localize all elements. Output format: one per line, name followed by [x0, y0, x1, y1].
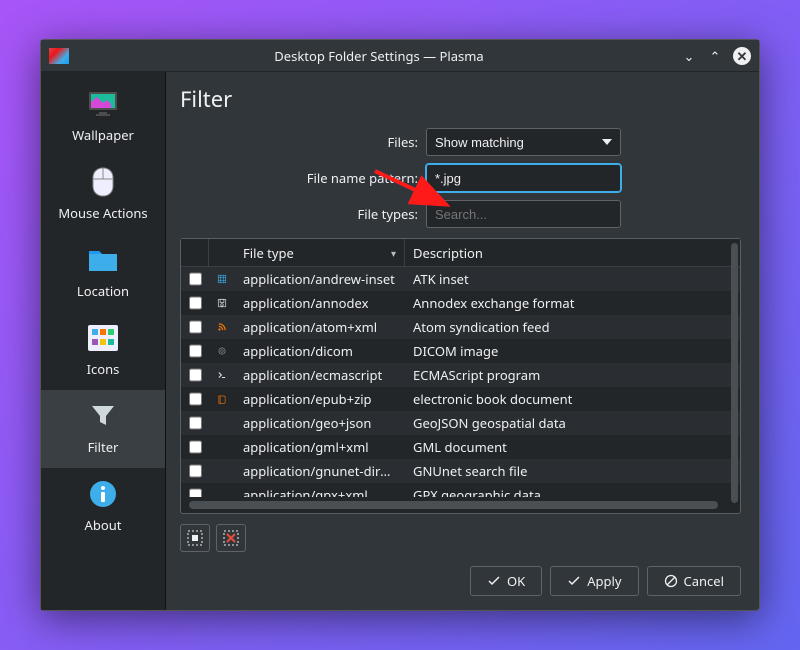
table-row[interactable]: application/geo+jsonGeoJSON geospatial d… — [181, 411, 740, 435]
mime-type: application/gml+xml — [235, 438, 405, 456]
row-checkbox[interactable] — [189, 464, 202, 478]
row-checkbox[interactable] — [189, 320, 202, 334]
mime-description: Annodex exchange format — [405, 294, 740, 312]
sidebar-item-location[interactable]: Location — [41, 234, 165, 312]
cancel-button[interactable]: Cancel — [647, 566, 741, 596]
files-select[interactable]: Show matching — [426, 128, 621, 156]
mime-icon — [209, 343, 235, 359]
sidebar-item-icons[interactable]: Icons — [41, 312, 165, 390]
app-icon — [49, 48, 69, 64]
horizontal-scrollbar[interactable] — [189, 501, 718, 509]
funnel-icon — [87, 400, 119, 432]
mime-description: GNUnet search file — [405, 462, 740, 480]
mime-type: application/ecmascript — [235, 366, 405, 384]
check-icon — [567, 574, 581, 588]
table-row[interactable]: application/andrew-insetATK inset — [181, 267, 740, 291]
table-row[interactable]: application/atom+xmlAtom syndication fee… — [181, 315, 740, 339]
close-button[interactable]: ✕ — [733, 47, 751, 65]
table-row[interactable]: application/epub+zipelectronic book docu… — [181, 387, 740, 411]
sidebar-item-about[interactable]: About — [41, 468, 165, 546]
mime-type: application/gpx+xml — [235, 486, 405, 497]
row-checkbox[interactable] — [189, 344, 202, 358]
icons-icon — [87, 322, 119, 354]
mime-description: ATK inset — [405, 270, 740, 288]
select-none-icon — [223, 530, 239, 546]
mouse-icon — [87, 166, 119, 198]
row-checkbox[interactable] — [189, 440, 202, 454]
select-all-icon — [187, 530, 203, 546]
mime-description: ECMAScript program — [405, 366, 740, 384]
mime-description: GML document — [405, 438, 740, 456]
table-row[interactable]: application/gnunet-direct...GNUnet searc… — [181, 459, 740, 483]
ok-button[interactable]: OK — [470, 566, 542, 596]
window-title: Desktop Folder Settings — Plasma — [77, 47, 681, 65]
mime-type: application/dicom — [235, 342, 405, 360]
row-checkbox[interactable] — [189, 416, 202, 430]
mime-type: application/gnunet-direct... — [235, 462, 405, 480]
table-row[interactable]: application/gml+xmlGML document — [181, 435, 740, 459]
mime-type: application/andrew-inset — [235, 270, 405, 288]
sidebar-item-mouse-actions[interactable]: Mouse Actions — [41, 156, 165, 234]
select-all-button[interactable] — [180, 524, 210, 552]
mime-description: electronic book document — [405, 390, 740, 408]
mime-description: DICOM image — [405, 342, 740, 360]
row-checkbox[interactable] — [189, 368, 202, 382]
types-label: File types: — [357, 205, 418, 223]
titlebar: Desktop Folder Settings — Plasma ⌄ ⌃ ✕ — [41, 40, 759, 72]
mime-description: Atom syndication feed — [405, 318, 740, 336]
sidebar-item-label: Mouse Actions — [58, 204, 147, 222]
sidebar-item-filter[interactable]: Filter — [41, 390, 165, 468]
cancel-icon — [664, 574, 678, 588]
table-row[interactable]: application/annodexAnnodex exchange form… — [181, 291, 740, 315]
mime-type: application/geo+json — [235, 414, 405, 432]
mime-type: application/epub+zip — [235, 390, 405, 408]
pattern-label: File name pattern: — [307, 169, 418, 187]
settings-window: Desktop Folder Settings — Plasma ⌄ ⌃ ✕ W… — [40, 39, 760, 611]
col-description[interactable]: Description — [405, 239, 740, 266]
mime-type: application/annodex — [235, 294, 405, 312]
monitor-icon — [87, 88, 119, 120]
table-row[interactable]: application/ecmascriptECMAScript program — [181, 363, 740, 387]
apply-button[interactable]: Apply — [550, 566, 638, 596]
minimize-button[interactable]: ⌄ — [681, 48, 697, 64]
info-icon — [87, 478, 119, 510]
filetypes-table: File type ▾ Description application/andr… — [180, 238, 741, 514]
row-checkbox[interactable] — [189, 392, 202, 406]
maximize-button[interactable]: ⌃ — [707, 48, 723, 64]
mime-description: GPX geographic data — [405, 486, 740, 497]
check-icon — [487, 574, 501, 588]
pattern-input[interactable] — [426, 164, 621, 192]
mime-icon — [209, 367, 235, 383]
content-pane: Filter Files: Show matching File name pa… — [166, 72, 759, 610]
chevron-down-icon: ▾ — [391, 246, 396, 260]
sidebar-item-label: About — [85, 516, 122, 534]
select-none-button[interactable] — [216, 524, 246, 552]
sidebar-item-label: Filter — [88, 438, 119, 456]
mime-icon — [209, 271, 235, 287]
sidebar-item-label: Location — [77, 282, 129, 300]
vertical-scrollbar[interactable] — [731, 243, 738, 503]
row-checkbox[interactable] — [189, 488, 202, 497]
mime-icon — [209, 319, 235, 335]
types-search-input[interactable] — [426, 200, 621, 228]
row-checkbox[interactable] — [189, 272, 202, 286]
row-checkbox[interactable] — [189, 296, 202, 310]
folder-icon — [87, 244, 119, 276]
sidebar-item-label: Wallpaper — [72, 126, 134, 144]
sidebar: Wallpaper Mouse Actions Location Icons — [41, 72, 166, 610]
mime-icon — [209, 391, 235, 407]
table-header: File type ▾ Description — [181, 239, 740, 267]
mime-icon — [209, 295, 235, 311]
mime-type: application/atom+xml — [235, 318, 405, 336]
table-row[interactable]: application/gpx+xmlGPX geographic data — [181, 483, 740, 497]
table-row[interactable]: application/dicomDICOM image — [181, 339, 740, 363]
page-title: Filter — [180, 84, 741, 114]
sidebar-item-label: Icons — [87, 360, 120, 378]
sidebar-item-wallpaper[interactable]: Wallpaper — [41, 78, 165, 156]
col-filetype[interactable]: File type ▾ — [235, 239, 405, 266]
mime-description: GeoJSON geospatial data — [405, 414, 740, 432]
files-label: Files: — [388, 133, 419, 151]
